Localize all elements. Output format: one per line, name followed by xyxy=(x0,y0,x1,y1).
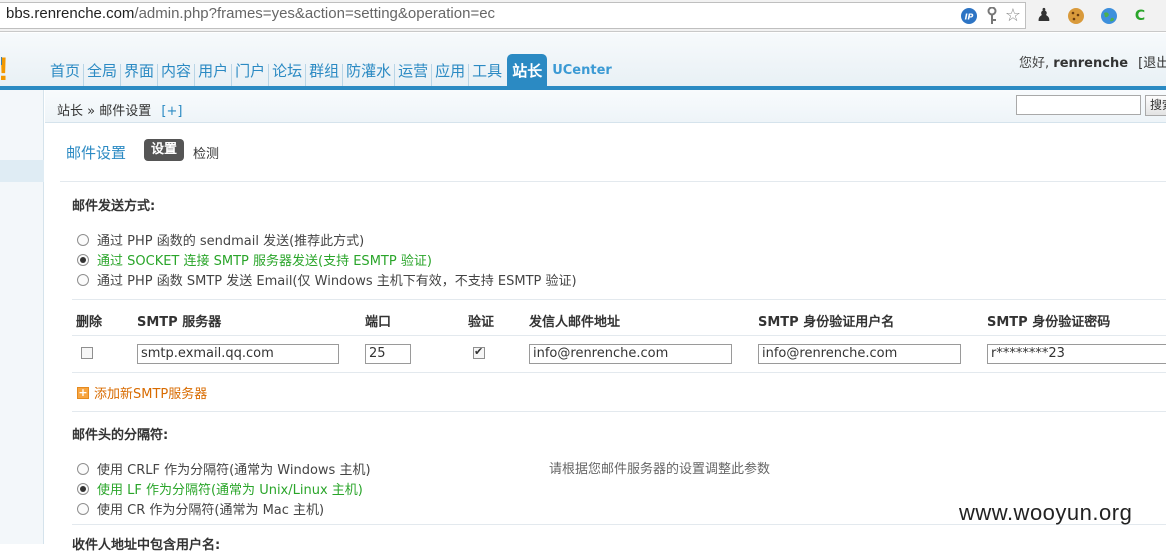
col-from: 发信人邮件地址 xyxy=(529,315,621,330)
delete-checkbox[interactable] xyxy=(81,347,93,359)
user-greeting: 您好, renrenche [退出] xyxy=(1019,52,1166,71)
nav-item-global[interactable]: 全局 xyxy=(84,64,122,87)
col-port: 端口 xyxy=(365,315,392,330)
radio-crlf[interactable] xyxy=(77,462,89,475)
separator-option[interactable]: 使用 LF 作为分隔符(通常为 Unix/Linux 主机) xyxy=(77,479,363,498)
col-delete: 删除 xyxy=(76,315,103,330)
breadcrumb-bar: 站长 » 邮件设置 [+] 搜索 xyxy=(45,90,1166,123)
nav-item-groups[interactable]: 群组 xyxy=(306,64,344,87)
svg-text:IP: IP xyxy=(965,13,974,22)
nav-item-apps[interactable]: 应用 xyxy=(432,64,470,87)
plus-icon: + xyxy=(77,385,89,399)
separator-option[interactable]: 使用 CRLF 作为分隔符(通常为 Windows 主机) xyxy=(77,459,371,478)
nav-item-users[interactable]: 用户 xyxy=(195,64,233,87)
nav-item-webmaster[interactable]: 站长 xyxy=(507,54,548,87)
tab-check[interactable]: 检测 xyxy=(193,143,219,162)
nav-item-forum[interactable]: 论坛 xyxy=(269,64,307,87)
url-text[interactable]: bbs.renrenche.com/admin.php?frames=yes&a… xyxy=(6,5,495,22)
add-smtp-server-link[interactable]: + 添加新SMTP服务器 xyxy=(77,383,207,402)
nav-item-operations[interactable]: 运营 xyxy=(395,64,433,87)
page-title: 邮件设置 xyxy=(66,144,127,162)
tab-settings[interactable]: 设置 xyxy=(144,139,185,161)
smtp-port-input[interactable]: 25 xyxy=(365,344,411,364)
left-sidebar xyxy=(0,90,44,544)
nav-item-home[interactable]: 首页 xyxy=(47,64,85,87)
key-icon[interactable] xyxy=(982,6,1002,26)
radio-lf[interactable] xyxy=(77,482,89,495)
nav-item-content[interactable]: 内容 xyxy=(158,64,196,87)
smtp-server-input[interactable]: smtp.exmail.qq.com xyxy=(137,344,339,364)
col-username: SMTP 身份验证用户名 xyxy=(758,315,895,330)
admin-header: ! 首页 全局 界面 内容 用户 门户 论坛 群组 防灌水 运营 应用 工具 站… xyxy=(0,33,1166,87)
c-icon[interactable]: C xyxy=(1130,6,1150,26)
auth-checkbox[interactable] xyxy=(473,345,485,359)
logo-subtext: l xyxy=(0,55,4,68)
send-method-option[interactable]: 通过 PHP 函数的 sendmail 发送(推荐此方式) xyxy=(77,230,364,249)
breadcrumb-root[interactable]: 站长 xyxy=(57,104,83,119)
send-method-option[interactable]: 通过 SOCKET 连接 SMTP 服务器发送(支持 ESMTP 验证) xyxy=(77,250,432,269)
smtp-password-input[interactable]: r********23 xyxy=(987,344,1166,364)
nav-item-interface[interactable]: 界面 xyxy=(121,64,159,87)
nav-item-portal[interactable]: 门户 xyxy=(232,64,270,87)
col-server: SMTP 服务器 xyxy=(137,315,222,330)
smtp-username-input[interactable]: info@renrenche.com xyxy=(758,344,961,364)
star-icon[interactable]: ☆ xyxy=(1003,6,1023,26)
radio-socket-smtp[interactable] xyxy=(77,253,89,266)
nav-item-antispam[interactable]: 防灌水 xyxy=(343,64,396,87)
browser-toolbar: bbs.renrenche.com/admin.php?frames=yes&a… xyxy=(0,0,1166,32)
col-password: SMTP 身份验证密码 xyxy=(987,315,1111,330)
separator-hint: 请根据您邮件服务器的设置调整此参数 xyxy=(549,462,771,477)
logout-link[interactable]: [退出] xyxy=(1138,56,1166,71)
divider xyxy=(60,181,1166,182)
nav-item-ucenter[interactable]: UCenter xyxy=(549,63,615,87)
separator-option[interactable]: 使用 CR 作为分隔符(通常为 Mac 主机) xyxy=(77,499,324,518)
radio-php-smtp[interactable] xyxy=(77,273,89,286)
separator-label: 邮件头的分隔符: xyxy=(72,428,169,443)
cookie-icon[interactable] xyxy=(1066,6,1086,26)
send-method-option[interactable]: 通过 PHP 函数 SMTP 发送 Email(仅 Windows 主机下有效，… xyxy=(77,270,577,289)
search-button[interactable]: 搜索 xyxy=(1145,95,1166,116)
send-method-label: 邮件发送方式: xyxy=(72,199,156,214)
globe-icon[interactable] xyxy=(1099,6,1119,26)
nav-item-tools[interactable]: 工具 xyxy=(469,64,505,87)
add-shortcut-link[interactable]: [+] xyxy=(161,104,182,119)
breadcrumb-current: 邮件设置 xyxy=(99,104,152,119)
top-nav: 首页 全局 界面 内容 用户 门户 论坛 群组 防灌水 运营 应用 工具 站长 … xyxy=(47,47,615,87)
ip-icon[interactable]: IP xyxy=(959,6,979,26)
watermark: www.wooyun.org xyxy=(959,500,1133,525)
username: renrenche xyxy=(1053,56,1129,71)
main-content: 邮件设置 设置 检测 邮件发送方式: 通过 PHP 函数的 sendmail 发… xyxy=(45,124,1166,553)
pawn-icon[interactable]: ♟ xyxy=(1034,6,1054,26)
search-input[interactable] xyxy=(1016,95,1141,115)
radio-sendmail[interactable] xyxy=(77,233,89,246)
breadcrumb: 站长 » 邮件设置 [+] xyxy=(57,104,183,119)
from-address-input[interactable]: info@renrenche.com xyxy=(529,344,732,364)
sidebar-active-item[interactable] xyxy=(0,160,44,182)
col-auth: 验证 xyxy=(468,315,495,330)
radio-cr[interactable] xyxy=(77,502,89,515)
